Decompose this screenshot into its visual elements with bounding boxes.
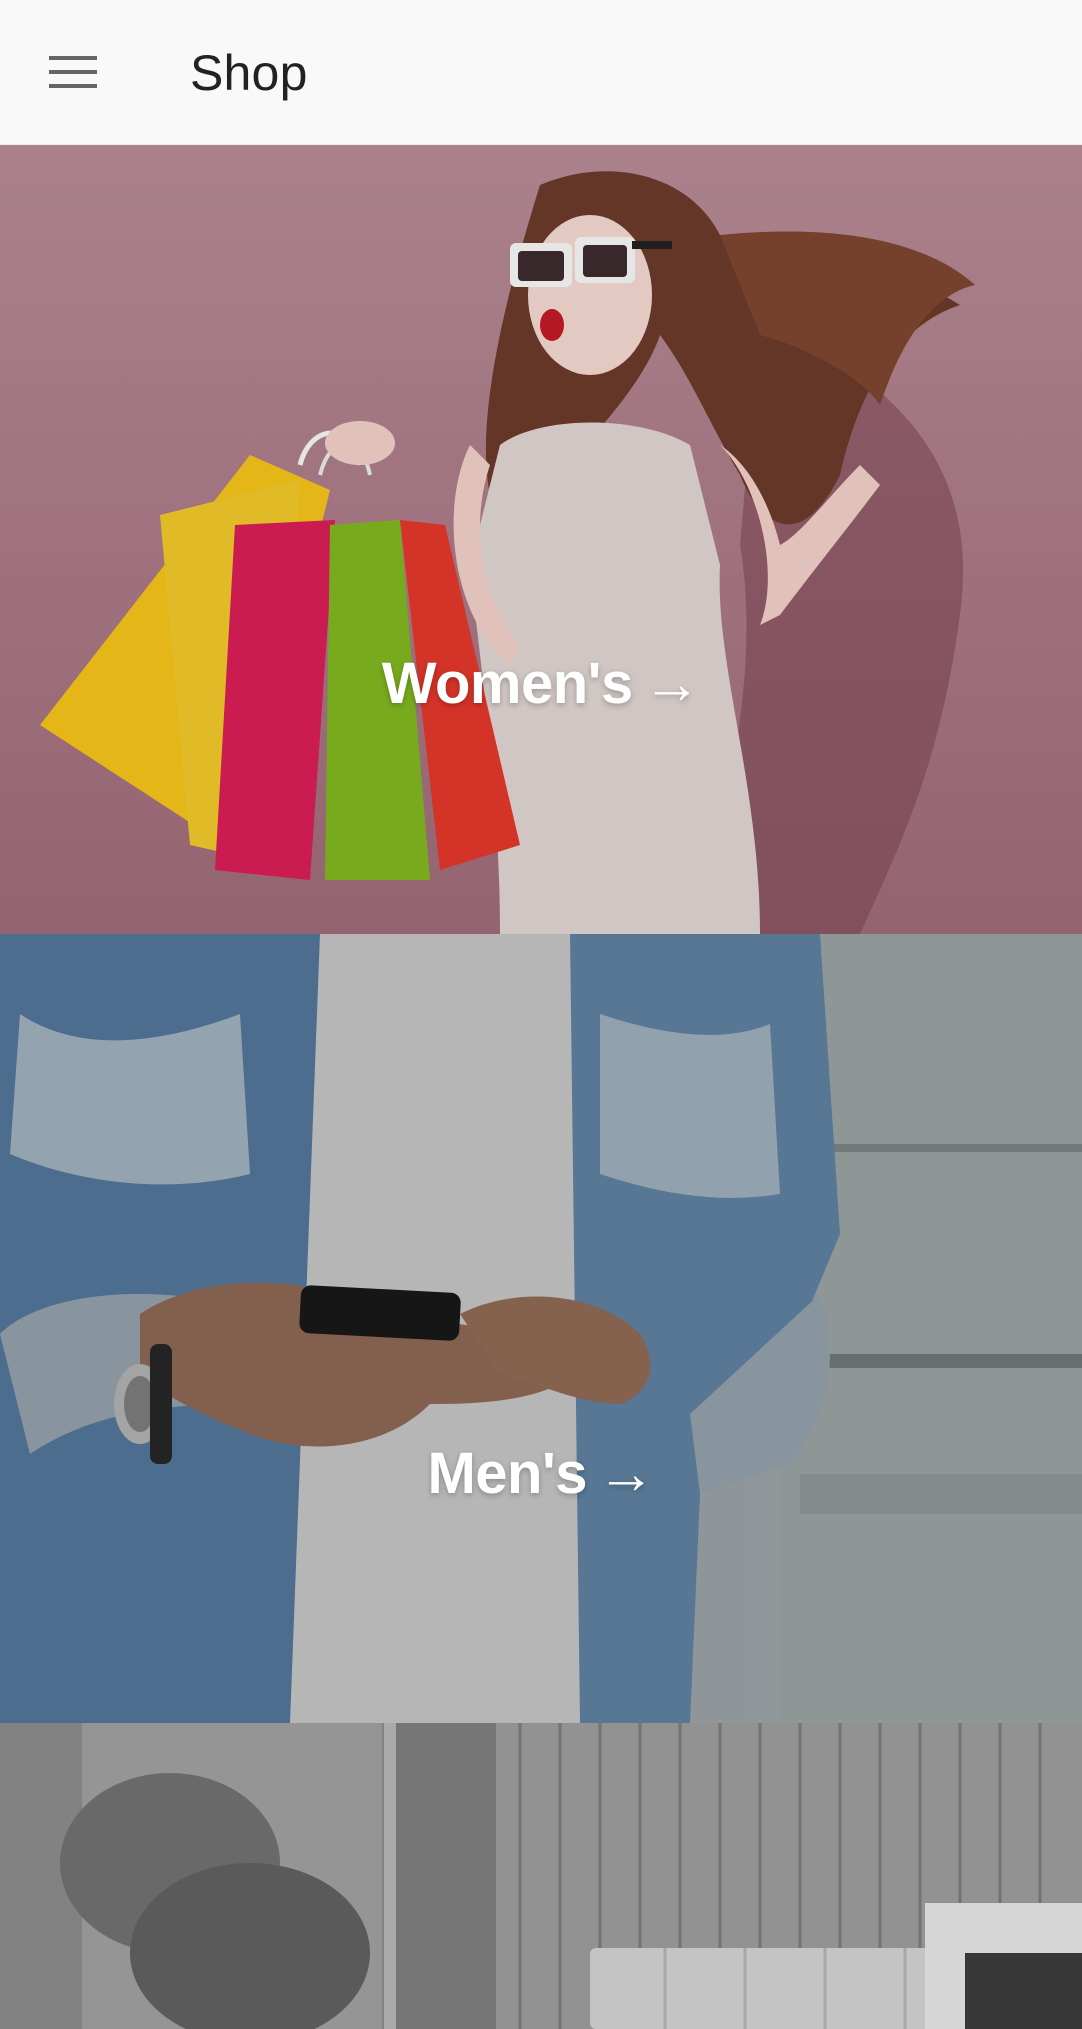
womens-category-image [0, 145, 1082, 934]
womens-category-label: Women's → [381, 651, 701, 716]
hamburger-menu-icon [49, 56, 97, 88]
mens-category-image [0, 934, 1082, 1723]
arrow-right-icon: → [597, 1441, 655, 1506]
page-title: Shop [190, 45, 308, 101]
category-tile-home[interactable] [0, 1723, 1082, 2029]
home-category-image [0, 1723, 1082, 2029]
arrow-right-icon: → [642, 651, 701, 716]
menu-button[interactable] [0, 0, 146, 145]
mens-category-label: Men's → [427, 1441, 655, 1506]
category-tile-womens[interactable]: Women's → [0, 145, 1082, 934]
app-bar: Shop [0, 0, 1082, 145]
category-tile-mens[interactable]: Men's → [0, 934, 1082, 1723]
